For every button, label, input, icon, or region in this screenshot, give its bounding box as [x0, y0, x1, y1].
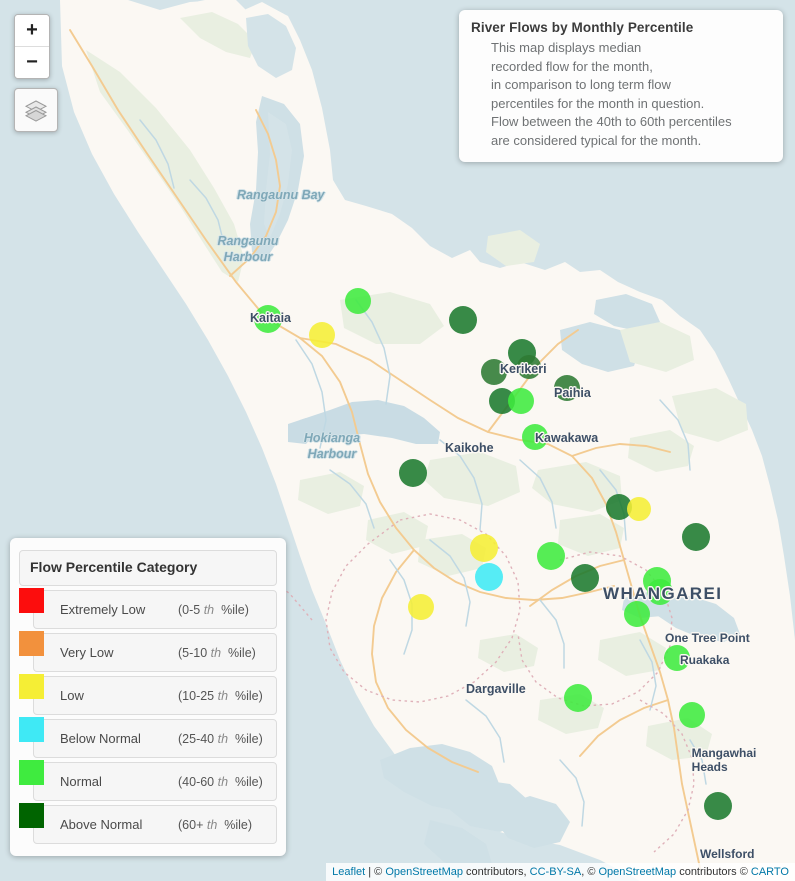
legend-item-range: (0-5 th %ile)	[178, 602, 249, 617]
legend-item-swatch	[19, 803, 44, 828]
river-flow-marker[interactable]	[309, 322, 335, 348]
river-flow-marker[interactable]	[682, 523, 710, 551]
river-flow-marker[interactable]	[470, 534, 498, 562]
attrib-mid-1: contributors,	[463, 866, 530, 878]
info-panel: River Flows by Monthly Percentile This m…	[459, 10, 783, 162]
legend-item-normal[interactable]: Normal (40-60 th %ile)	[19, 760, 277, 803]
legend-item-box: Low (10-25 th %ile)	[33, 676, 277, 715]
zoom-out-button[interactable]: −	[15, 46, 49, 78]
zoom-control: + −	[14, 14, 50, 79]
info-panel-line: in comparison to long term flow	[491, 77, 671, 92]
legend-item-below-normal[interactable]: Below Normal (25-40 th %ile)	[19, 717, 277, 760]
legend-item-swatch	[19, 760, 44, 785]
legend-item-swatch	[19, 674, 44, 699]
legend-item-swatch	[19, 588, 44, 613]
legend-item-swatch	[19, 631, 44, 656]
layers-icon	[24, 100, 48, 122]
legend-item-label: Low	[60, 688, 84, 703]
river-flow-marker[interactable]	[571, 564, 599, 592]
river-flow-marker[interactable]	[664, 645, 690, 671]
openstreetmap-link-2[interactable]: OpenStreetMap	[598, 866, 676, 878]
info-panel-line: percentiles for the month in question.	[491, 95, 705, 111]
legend-item-low[interactable]: Low (10-25 th %ile)	[19, 674, 277, 717]
river-flow-marker[interactable]	[627, 497, 651, 521]
legend-item-above-normal[interactable]: Above Normal (60+ th %ile)	[19, 803, 277, 846]
map-application: Rangaunu Bay Rangaunu Harbour Kaitaia Kerike…	[0, 0, 795, 881]
legend-item-swatch	[19, 717, 44, 742]
river-flow-marker[interactable]	[564, 684, 592, 712]
legend-item-box: Normal (40-60 th %ile)	[33, 762, 277, 801]
river-flow-marker[interactable]	[345, 288, 371, 314]
legend-item-label: Normal	[60, 774, 102, 789]
info-panel-body: This map displays median recorded flow fo…	[471, 39, 771, 150]
legend-item-box: Very Low (5-10 th %ile)	[33, 633, 277, 672]
river-flow-marker[interactable]	[254, 305, 282, 333]
legend-item-label: Very Low	[60, 645, 114, 660]
map-attribution: Leaflet | © OpenStreetMap contributors, …	[326, 863, 795, 881]
attrib-sep-1: | ©	[365, 866, 386, 878]
legend-item-range: (10-25 th %ile)	[178, 688, 263, 703]
leaflet-link[interactable]: Leaflet	[332, 866, 365, 878]
cc-by-sa-link[interactable]: CC-BY-SA	[530, 866, 582, 878]
legend-title-box: Flow Percentile Category	[19, 550, 277, 586]
river-flow-marker[interactable]	[647, 579, 673, 605]
legend-item-range: (5-10 th %ile)	[178, 645, 256, 660]
info-panel-title: River Flows by Monthly Percentile	[471, 20, 694, 35]
info-panel-line: are considered typical for the month.	[491, 132, 702, 148]
zoom-in-button[interactable]: +	[15, 15, 49, 46]
river-flow-marker[interactable]	[679, 702, 705, 728]
info-panel-line: recorded flow for the month,	[491, 58, 653, 74]
legend-item-very-low[interactable]: Very Low (5-10 th %ile)	[19, 631, 277, 674]
river-flow-marker[interactable]	[475, 563, 503, 591]
attrib-mid-3: contributors ©	[676, 866, 751, 878]
river-flow-marker[interactable]	[449, 306, 477, 334]
legend-item-range: (25-40 th %ile)	[178, 731, 263, 746]
legend-item-range: (40-60 th %ile)	[178, 774, 263, 789]
carto-link[interactable]: CARTO	[751, 866, 789, 878]
attrib-mid-2: , ©	[581, 866, 599, 878]
river-flow-marker[interactable]	[554, 375, 580, 401]
river-flow-marker[interactable]	[408, 594, 434, 620]
layers-control-button[interactable]	[14, 88, 58, 132]
legend-item-box: Extremely Low (0-5 th %ile)	[33, 590, 277, 629]
legend-item-label: Extremely Low	[60, 602, 146, 617]
legend-item-label: Below Normal	[60, 731, 141, 746]
legend-panel: Flow Percentile Category Extremely Low (0…	[10, 538, 286, 856]
openstreetmap-link-1[interactable]: OpenStreetMap	[385, 866, 463, 878]
river-flow-marker[interactable]	[508, 388, 534, 414]
river-flow-marker[interactable]	[481, 359, 507, 385]
river-flow-marker[interactable]	[399, 459, 427, 487]
river-flow-marker[interactable]	[522, 424, 548, 450]
river-flow-marker[interactable]	[704, 792, 732, 820]
legend-item-box: Below Normal (25-40 th %ile)	[33, 719, 277, 758]
legend-rows: Extremely Low (0-5 th %ile) Very Low (5-10 …	[19, 588, 277, 846]
legend-item-box: Above Normal (60+ th %ile)	[33, 805, 277, 844]
legend-item-label: Above Normal	[60, 817, 143, 832]
river-flow-marker[interactable]	[517, 355, 541, 379]
river-flow-marker[interactable]	[624, 601, 650, 627]
legend-item-extremely-low[interactable]: Extremely Low (0-5 th %ile)	[19, 588, 277, 631]
legend-item-range: (60+ th %ile)	[178, 817, 253, 832]
info-panel-line: This map displays median	[491, 40, 642, 55]
river-flow-marker[interactable]	[537, 542, 565, 570]
legend-title: Flow Percentile Category	[30, 559, 198, 575]
info-panel-line: Flow between the 40th to 60th percentile…	[491, 114, 732, 129]
